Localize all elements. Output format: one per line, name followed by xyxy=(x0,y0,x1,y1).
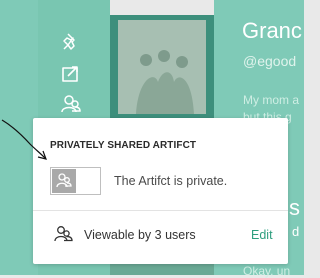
users-icon[interactable] xyxy=(58,92,84,118)
privacy-toggle[interactable] xyxy=(50,167,101,195)
pointer-arrow xyxy=(1,119,47,160)
users-icon xyxy=(56,173,72,188)
viewable-by-text: Viewable by 3 users xyxy=(84,228,196,242)
pin-icon[interactable] xyxy=(58,29,84,55)
edit-viewers-link[interactable]: Edit xyxy=(251,228,273,242)
share-icon[interactable] xyxy=(58,61,84,87)
private-status-text: The Artifct is private. xyxy=(114,174,228,188)
divider xyxy=(33,210,288,211)
bottom-text-peek: Okay, un xyxy=(243,264,291,278)
section-text-peek: d xyxy=(292,224,300,239)
artifact-photo-image xyxy=(118,20,206,114)
popup-title: PRIVATELY SHARED ARTIFCT xyxy=(50,140,197,151)
viewers-icon xyxy=(54,226,73,242)
artifact-description-line1: My mom a xyxy=(243,93,300,107)
artifact-handle[interactable]: @egood xyxy=(243,53,296,69)
section-heading-peek: s xyxy=(289,195,300,220)
privacy-popup: PRIVATELY SHARED ARTIFCT The Artifct is … xyxy=(33,118,288,264)
artifact-title: Granc xyxy=(242,18,302,43)
toggle-knob xyxy=(52,169,76,193)
